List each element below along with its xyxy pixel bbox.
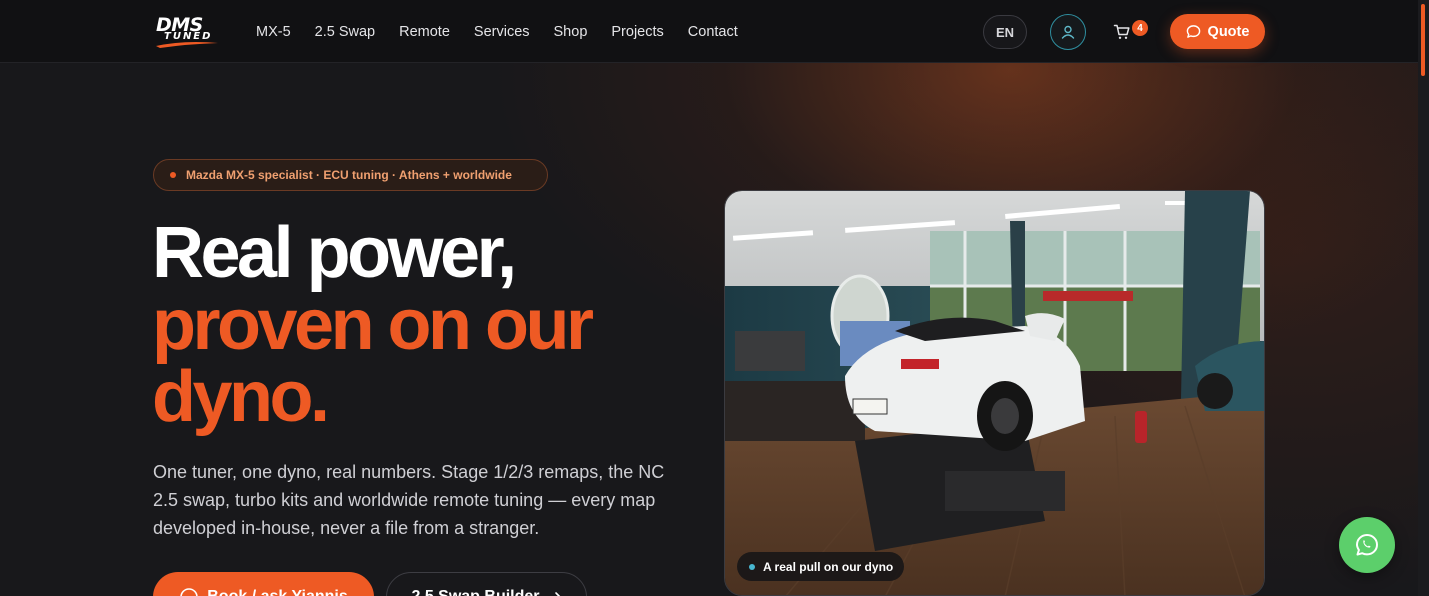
- hero-headline: Real power, proven on our dyno.: [152, 217, 712, 433]
- swap-builder-label: 2.5 Swap Builder: [411, 588, 539, 596]
- book-button-label: Book / ask Yiannis: [207, 588, 348, 596]
- headline-line-2: proven on our dyno.: [152, 285, 594, 437]
- cart-count-badge: 4: [1132, 20, 1148, 36]
- nav-link-mx5[interactable]: MX-5: [256, 22, 291, 42]
- nav-link-shop[interactable]: Shop: [554, 22, 588, 42]
- tagline-text: Mazda MX-5 specialist · ECU tuning · Ath…: [186, 168, 512, 182]
- page-scrollbar[interactable]: [1418, 0, 1429, 596]
- account-button[interactable]: [1050, 14, 1086, 50]
- quote-button[interactable]: Quote: [1170, 14, 1265, 49]
- scrollbar-thumb[interactable]: [1421, 4, 1425, 76]
- main-menu: MX-5 2.5 Swap Remote Services Shop Proje…: [256, 22, 762, 42]
- user-icon: [1061, 25, 1075, 39]
- dyno-photo-image: [725, 191, 1264, 595]
- caption-dot-icon: [749, 563, 755, 570]
- nav-link-swap[interactable]: 2.5 Swap: [315, 22, 375, 42]
- whatsapp-icon: [1356, 534, 1378, 556]
- top-navigation: DMS TUNED MX-5 2.5 Swap Remote Services …: [0, 0, 1418, 63]
- tagline-pill: Mazda MX-5 specialist · ECU tuning · Ath…: [153, 159, 548, 191]
- arrow-right-icon: [554, 592, 560, 596]
- pill-dot-icon: [170, 172, 176, 178]
- photo-caption: A real pull on our dyno: [737, 552, 904, 581]
- hero-description: One tuner, one dyno, real numbers. Stage…: [153, 462, 665, 538]
- headline-line-1: Real power,: [152, 213, 517, 293]
- book-button[interactable]: Book / ask Yiannis: [153, 572, 374, 596]
- quote-button-label: Quote: [1207, 23, 1250, 40]
- nav-link-remote[interactable]: Remote: [399, 22, 450, 42]
- cart-button[interactable]: [1110, 20, 1134, 44]
- nav-link-projects[interactable]: Projects: [611, 22, 663, 42]
- chat-bubble-icon: [1186, 25, 1200, 38]
- chat-icon: [180, 588, 198, 596]
- swap-builder-button[interactable]: 2.5 Swap Builder: [386, 572, 587, 596]
- brand-logo[interactable]: DMS TUNED: [154, 14, 226, 50]
- dyno-photo: [724, 190, 1265, 596]
- nav-link-services[interactable]: Services: [474, 22, 530, 42]
- nav-link-contact[interactable]: Contact: [688, 22, 738, 42]
- whatsapp-button[interactable]: [1339, 517, 1395, 573]
- cart-icon: [1113, 24, 1130, 39]
- language-switcher[interactable]: EN: [983, 15, 1027, 49]
- logo-swoosh-icon: [156, 42, 218, 48]
- photo-caption-text: A real pull on our dyno: [763, 559, 894, 574]
